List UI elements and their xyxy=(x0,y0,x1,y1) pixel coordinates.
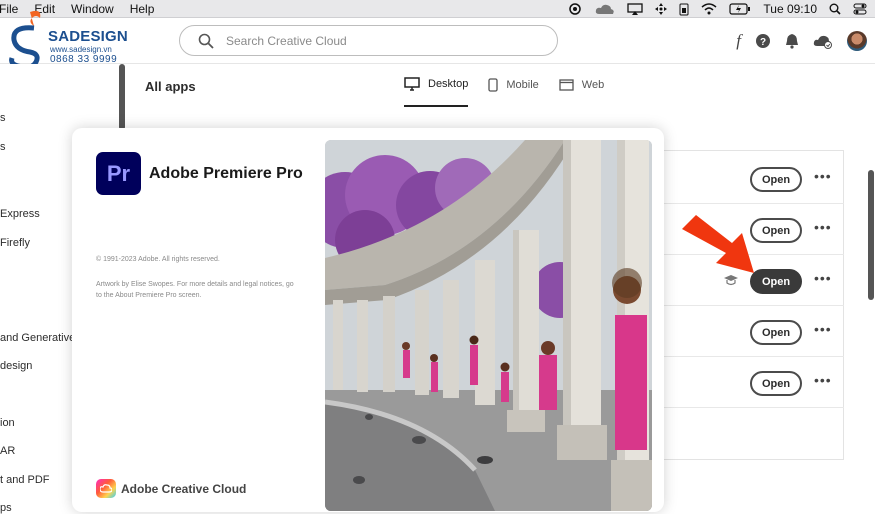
search-bar[interactable] xyxy=(179,25,558,56)
more-options-icon[interactable]: ••• xyxy=(814,321,832,337)
header-icons: f ? xyxy=(736,31,867,51)
app-row: Open ••• xyxy=(664,306,844,357)
cloud-icon[interactable] xyxy=(595,3,615,15)
app-header: f ? xyxy=(0,18,875,64)
creative-cloud-brand: Adobe Creative Cloud xyxy=(96,479,246,498)
airplay-icon[interactable] xyxy=(627,3,644,15)
creative-cloud-status-icon[interactable] xyxy=(567,3,583,15)
spotlight-search-icon[interactable] xyxy=(829,3,841,15)
sidebar-item[interactable]: ion xyxy=(0,417,15,429)
tab-web[interactable]: Web xyxy=(559,77,604,107)
menu-bar: File Edit Window Help Tue 09:10 xyxy=(0,0,875,18)
tab-desktop[interactable]: Desktop xyxy=(404,77,469,107)
menu-help[interactable]: Help xyxy=(124,2,165,16)
splash-artwork-image xyxy=(325,140,652,511)
more-options-icon[interactable]: ••• xyxy=(814,168,832,184)
page-title: All apps xyxy=(145,79,196,94)
battery-icon[interactable] xyxy=(729,3,751,15)
open-button[interactable]: Open xyxy=(750,167,802,192)
sidebar-item-pdf[interactable]: t and PDF xyxy=(0,474,50,486)
clock[interactable]: Tue 09:10 xyxy=(763,2,817,16)
premiere-logo-text: Pr xyxy=(106,160,131,186)
app-row: Open ••• xyxy=(664,153,844,204)
more-options-icon[interactable]: ••• xyxy=(814,372,832,388)
creative-cloud-label: Adobe Creative Cloud xyxy=(121,481,247,496)
sidebar-item[interactable]: s xyxy=(0,141,6,153)
creative-cloud-icon xyxy=(96,479,116,498)
sadesign-brand: SADESIGN xyxy=(48,28,128,45)
premiere-splash-screen: Pr Adobe Premiere Pro © 1991-2023 Adobe.… xyxy=(72,128,664,512)
open-button[interactable]: Open xyxy=(750,371,802,396)
avatar[interactable] xyxy=(847,31,867,51)
help-icon[interactable]: ? xyxy=(755,33,771,49)
open-button[interactable]: Open xyxy=(750,320,802,345)
mobile-icon xyxy=(488,78,499,92)
pointer-arrow-icon xyxy=(682,215,754,273)
control-center-icon[interactable] xyxy=(853,3,867,15)
sidebar-item-express[interactable]: Express xyxy=(0,208,40,220)
desktop-icon xyxy=(404,77,420,91)
fonts-icon[interactable]: f xyxy=(736,31,741,51)
search-icon xyxy=(198,33,214,49)
search-input[interactable] xyxy=(226,33,526,48)
sidebar-item-firefly[interactable]: Firefly xyxy=(0,237,30,249)
premiere-logo: Pr xyxy=(96,152,141,195)
status-area: Tue 09:10 xyxy=(567,0,867,18)
sidebar-item-ar[interactable]: AR xyxy=(0,445,15,457)
app-row: Open ••• xyxy=(664,357,844,408)
app-name: Adobe Premiere Pro xyxy=(149,165,303,182)
svg-text:?: ? xyxy=(760,37,766,48)
app-list: Open ••• Open ••• Open ••• Open ••• Open… xyxy=(664,150,844,460)
sadesign-site: www.sadesign.vn xyxy=(50,45,112,54)
sidebar-scrollbar[interactable] xyxy=(119,64,125,130)
move-icon[interactable] xyxy=(655,3,668,15)
sidebar-item[interactable]: ps xyxy=(0,502,12,514)
web-icon xyxy=(559,79,574,91)
platform-tabs: Desktop Mobile Web xyxy=(404,77,604,107)
more-options-icon[interactable]: ••• xyxy=(814,270,832,286)
sidebar-item[interactable]: s xyxy=(0,112,6,124)
cloud-sync-icon[interactable] xyxy=(813,33,833,49)
tab-mobile[interactable]: Mobile xyxy=(488,77,539,107)
sidebar-item-design[interactable]: design xyxy=(0,360,32,372)
sadesign-logo-mark-icon xyxy=(9,10,41,70)
tab-desktop-label: Desktop xyxy=(428,78,469,90)
wifi-icon[interactable] xyxy=(701,3,717,15)
tab-web-label: Web xyxy=(581,79,605,91)
notifications-icon[interactable] xyxy=(785,33,799,49)
copyright-text: © 1991-2023 Adobe. All rights reserved. xyxy=(96,256,220,263)
more-options-icon[interactable]: ••• xyxy=(814,219,832,235)
app-list-scrollbar[interactable] xyxy=(868,170,874,300)
tab-mobile-label: Mobile xyxy=(506,79,539,91)
battery-level-icon[interactable] xyxy=(679,3,689,16)
artwork-credit: Artwork by Elise Swopes. For more detail… xyxy=(96,281,294,299)
